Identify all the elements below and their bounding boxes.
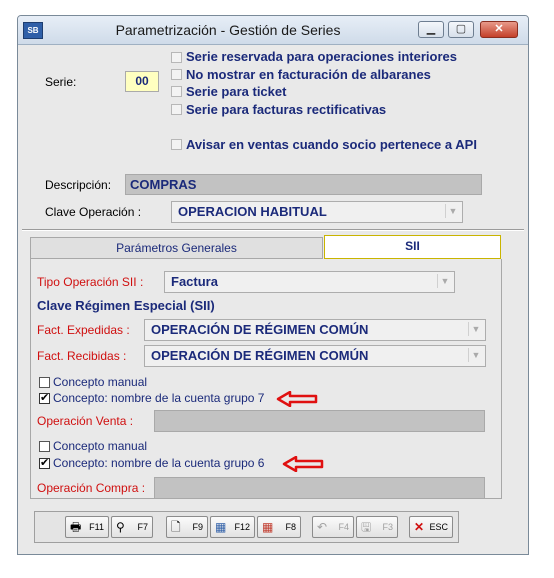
descripcion-field[interactable]: COMPRAS: [125, 174, 482, 195]
chevron-down-icon: ▼: [468, 348, 483, 362]
option-label-0: Serie reservada para operaciones interio…: [186, 49, 457, 64]
operacion-compra-label: Operación Compra :: [37, 481, 146, 495]
compra-concepto-manual-label: Concepto manual: [53, 439, 148, 453]
recibidas-select[interactable]: OPERACIÓN DE RÉGIMEN COMÚN ▼: [144, 345, 486, 367]
chevron-down-icon: ▼: [468, 322, 483, 336]
venta-concepto-cuenta-label: Concepto: nombre de la cuenta grupo 7: [53, 391, 265, 405]
annotation-arrow-2: [282, 456, 324, 472]
minimize-button[interactable]: ▁: [418, 21, 444, 38]
delete-grid-icon: ▦: [262, 520, 274, 534]
binoculars-icon: ⚲: [116, 520, 125, 534]
edit-key-label: F12: [234, 522, 250, 532]
save-button[interactable]: 🖫 F3: [356, 516, 398, 538]
venta-concepto-manual-checkbox[interactable]: [39, 377, 50, 388]
option-checkbox-1[interactable]: [171, 69, 182, 80]
undo-button[interactable]: ↶ F4: [312, 516, 354, 538]
printer-icon: 🖶: [70, 520, 82, 534]
option-label-3: Serie para facturas rectificativas: [186, 102, 387, 117]
window: SB Parametrización - Gestión de Series ▁…: [17, 15, 529, 555]
window-title: Parametrización - Gestión de Series: [115, 22, 341, 38]
recibidas-value: OPERACIÓN DE RÉGIMEN COMÚN: [151, 348, 369, 363]
save-key-label: F3: [382, 522, 393, 532]
clave-operacion-value: OPERACION HABITUAL: [178, 204, 327, 219]
option-label-1: No mostrar en facturación de albaranes: [186, 67, 431, 82]
save-icon: 🖫: [361, 520, 372, 534]
exit-button[interactable]: ✕ ESC: [409, 516, 453, 538]
operacion-venta-field[interactable]: [154, 410, 485, 432]
chevron-down-icon: ▼: [445, 204, 460, 218]
new-key-label: F9: [192, 522, 203, 532]
expedidas-select[interactable]: OPERACIÓN DE RÉGIMEN COMÚN ▼: [144, 319, 486, 341]
new-button[interactable]: 🗋 F9: [166, 516, 208, 538]
maximize-button[interactable]: ▢: [448, 21, 474, 38]
api-checkbox[interactable]: [171, 139, 182, 150]
clave-operacion-select[interactable]: OPERACION HABITUAL ▼: [171, 201, 463, 223]
search-key-label: F7: [137, 522, 148, 532]
print-button[interactable]: 🖶 F11: [65, 516, 109, 538]
descripcion-label: Descripción:: [45, 178, 112, 192]
option-label-2: Serie para ticket: [186, 84, 287, 99]
close-button[interactable]: ✕: [480, 21, 518, 38]
edit-grid-icon: ▦: [215, 520, 227, 534]
venta-concepto-cuenta-checkbox[interactable]: [39, 391, 50, 404]
delete-button[interactable]: ▦ F8: [257, 516, 301, 538]
minimize-icon: ▁: [426, 23, 436, 35]
compra-concepto-manual-checkbox[interactable]: [39, 441, 50, 452]
undo-key-label: F4: [338, 522, 349, 532]
venta-concepto-manual-label: Concepto manual: [53, 375, 148, 389]
close-x-icon: ✕: [414, 520, 425, 534]
compra-concepto-cuenta-label: Concepto: nombre de la cuenta grupo 6: [53, 456, 265, 470]
operacion-venta-label: Operación Venta :: [37, 414, 134, 428]
option-checkbox-2[interactable]: [171, 86, 182, 97]
annotation-arrow-1: [276, 391, 318, 407]
edit-button[interactable]: ▦ F12: [210, 516, 255, 538]
expedidas-label: Fact. Expedidas :: [37, 323, 130, 337]
search-button[interactable]: ⚲ F7: [111, 516, 153, 538]
api-label: Avisar en ventas cuando socio pertenece …: [186, 137, 477, 152]
print-key-label: F11: [89, 522, 104, 532]
regimen-heading: Clave Régimen Especial (SII): [37, 298, 215, 313]
operacion-compra-field[interactable]: [154, 477, 485, 499]
delete-key-label: F8: [285, 522, 296, 532]
close-icon: ✕: [494, 23, 504, 35]
maximize-icon: ▢: [455, 23, 467, 35]
serie-input[interactable]: 00: [125, 71, 159, 92]
undo-icon: ↶: [317, 520, 328, 534]
recibidas-label: Fact. Recibidas :: [37, 349, 127, 363]
clave-operacion-label: Clave Operación :: [45, 205, 142, 219]
compra-concepto-cuenta-checkbox[interactable]: [39, 456, 50, 469]
tab-parametros-generales[interactable]: Parámetros Generales: [30, 237, 323, 259]
option-checkbox-0[interactable]: [171, 52, 182, 63]
serie-label: Serie:: [45, 75, 77, 89]
tipo-operacion-label: Tipo Operación SII :: [37, 275, 144, 289]
exit-key-label: ESC: [429, 522, 448, 532]
chevron-down-icon: ▼: [437, 274, 452, 288]
expedidas-value: OPERACIÓN DE RÉGIMEN COMÚN: [151, 322, 369, 337]
new-document-icon: 🗋: [171, 520, 181, 534]
toolbar: 🖶 F11 ⚲ F7 🗋 F9 ▦ F12 ▦ F8 ↶ F4 🖫 F3 ✕ ESC: [34, 511, 459, 543]
tab-sii[interactable]: SII: [324, 235, 501, 259]
tipo-operacion-value: Factura: [171, 274, 218, 289]
divider: [22, 229, 524, 231]
tipo-operacion-select[interactable]: Factura ▼: [164, 271, 455, 293]
title-bar: SB Parametrización - Gestión de Series ▁…: [18, 16, 528, 45]
option-checkbox-3[interactable]: [171, 104, 182, 115]
